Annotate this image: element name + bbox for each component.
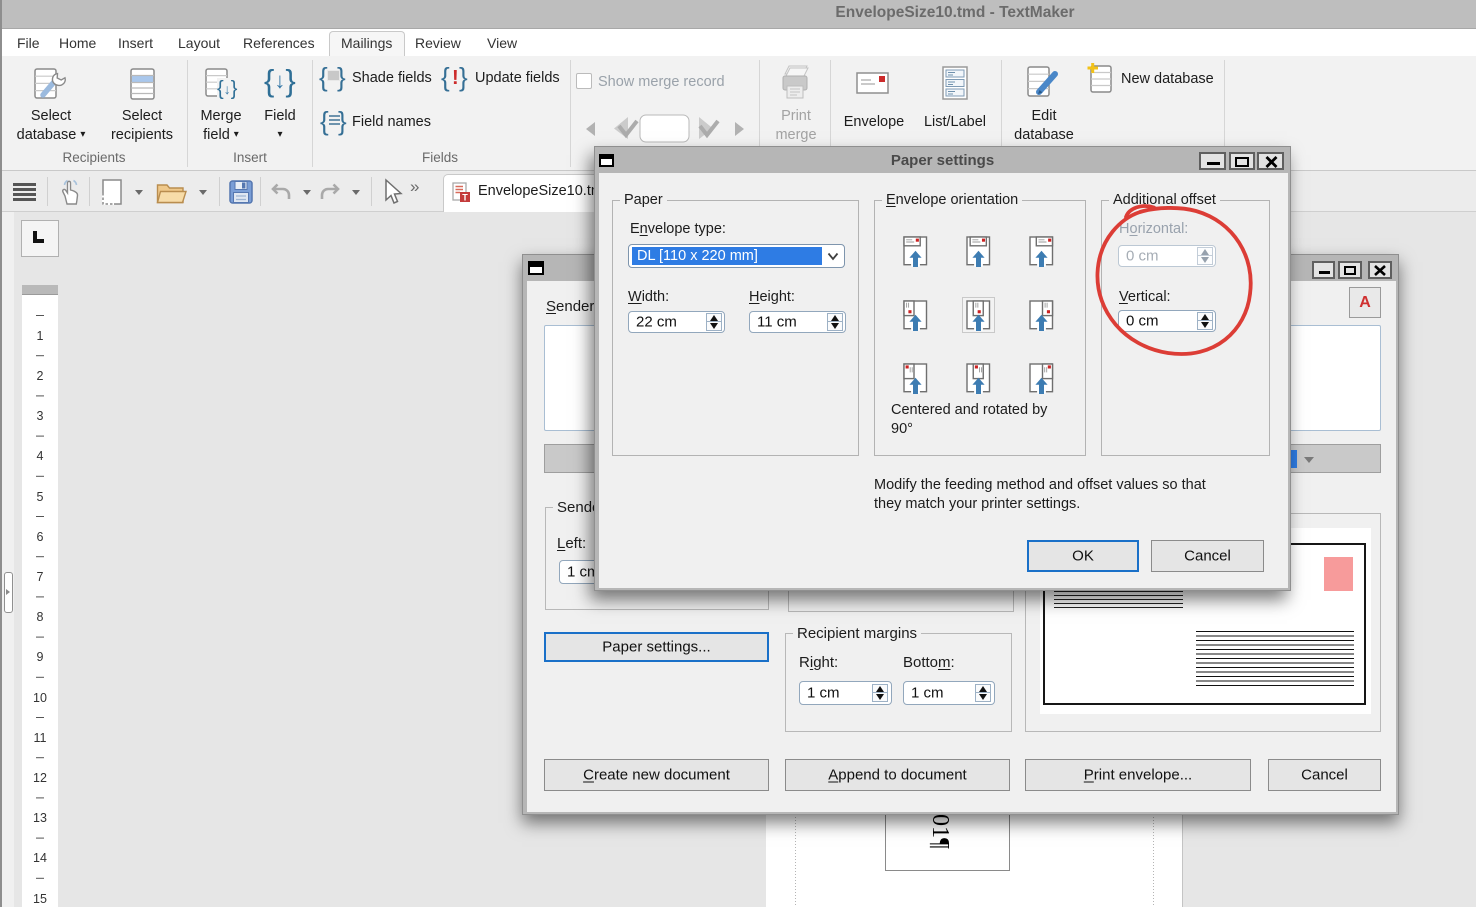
svg-text:T: T xyxy=(462,192,468,202)
